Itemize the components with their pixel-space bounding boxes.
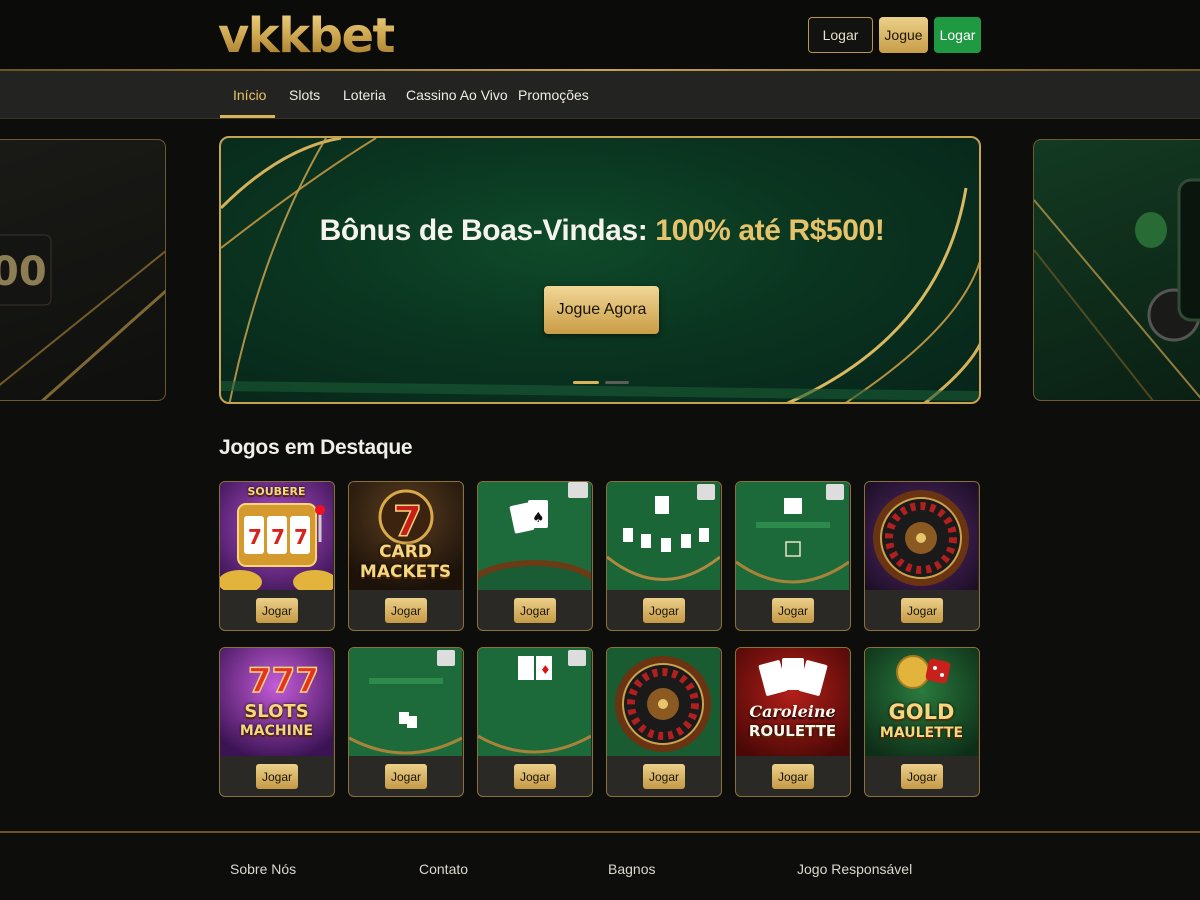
svg-text:♦: ♦ bbox=[540, 663, 551, 677]
game-title: SOUBERE bbox=[247, 485, 306, 498]
login-button-green[interactable]: Logar bbox=[934, 17, 981, 53]
footer-divider bbox=[0, 831, 1200, 833]
game-thumbnail: Caroleine ROULETTE bbox=[736, 648, 849, 756]
game-title: GOLD bbox=[888, 700, 955, 724]
game-title: SLOTS bbox=[244, 701, 309, 722]
footer-link-bagnos[interactable]: Bagnos bbox=[608, 861, 655, 877]
game-card[interactable]: Jogar bbox=[606, 647, 722, 797]
game-thumbnail bbox=[736, 482, 849, 590]
carousel-prev-slide[interactable]: 00 bbox=[0, 139, 166, 401]
play-button[interactable]: Jogue bbox=[879, 17, 928, 53]
main-nav: Início Slots Loteria Cassino Ao Vivo Pro… bbox=[0, 71, 1200, 119]
play-game-button[interactable]: Jogar bbox=[256, 764, 298, 789]
game-title: MACHINE bbox=[239, 723, 314, 739]
game-card[interactable]: Jogar bbox=[348, 647, 464, 797]
play-now-button[interactable]: Jogue Agora bbox=[544, 286, 659, 334]
carousel-next-slide[interactable] bbox=[1033, 139, 1200, 401]
nav-item-cassino-ao-vivo[interactable]: Cassino Ao Vivo bbox=[406, 87, 508, 103]
game-thumbnail: ♠ bbox=[478, 482, 591, 590]
game-title: ROULETTE bbox=[748, 722, 837, 740]
game-thumbnail: GOLD MAULETTE bbox=[865, 648, 978, 756]
nav-item-inicio[interactable]: Início bbox=[233, 87, 266, 103]
game-card[interactable]: ♦ Jogar bbox=[477, 647, 593, 797]
game-card[interactable]: ♠ Jogar bbox=[477, 481, 593, 631]
play-game-button[interactable]: Jogar bbox=[901, 598, 943, 623]
nav-item-loteria[interactable]: Loteria bbox=[343, 87, 386, 103]
play-game-button[interactable]: Jogar bbox=[385, 764, 427, 789]
nav-item-promocoes[interactable]: Promoções bbox=[518, 87, 589, 103]
hero-banner: Bônus de Boas-Vindas: 100% até R$500! Jo… bbox=[219, 136, 981, 404]
game-thumbnail: 7 CARD MACKETS bbox=[349, 482, 462, 590]
hero-title-main: Bônus de Boas-Vindas: bbox=[319, 214, 648, 247]
svg-text:7: 7 bbox=[271, 525, 285, 549]
game-title: Caroleine bbox=[749, 702, 836, 721]
game-thumbnail: 777 SLOTS MACHINE bbox=[220, 648, 333, 756]
svg-text:777: 777 bbox=[248, 661, 319, 701]
carousel-dot-1[interactable] bbox=[573, 381, 599, 384]
game-title: MACKETS bbox=[359, 562, 452, 582]
game-title: CARD bbox=[379, 542, 432, 562]
game-card[interactable]: 7 CARD MACKETS Jogar bbox=[348, 481, 464, 631]
play-game-button[interactable]: Jogar bbox=[514, 598, 556, 623]
game-card[interactable]: GOLD MAULETTE Jogar bbox=[864, 647, 980, 797]
play-game-button[interactable]: Jogar bbox=[256, 598, 298, 623]
hero-title: Bônus de Boas-Vindas: 100% até R$500! bbox=[221, 214, 979, 248]
game-card[interactable]: 7 7 7 SOUBERE Jogar bbox=[219, 481, 335, 631]
site-header: vkkbet Logar Jogue Logar bbox=[0, 0, 1200, 70]
game-title: MAULETTE bbox=[879, 725, 964, 741]
svg-text:7: 7 bbox=[294, 525, 308, 549]
footer-link-contato[interactable]: Contato bbox=[419, 861, 468, 877]
svg-text:7: 7 bbox=[393, 497, 422, 546]
login-button[interactable]: Logar bbox=[808, 17, 873, 53]
game-card[interactable]: Jogar bbox=[606, 481, 722, 631]
footer-link-jogo-responsavel[interactable]: Jogo Responsável bbox=[797, 861, 912, 877]
play-game-button[interactable]: Jogar bbox=[772, 598, 814, 623]
hero-decoration bbox=[221, 138, 979, 402]
play-game-button[interactable]: Jogar bbox=[643, 598, 685, 623]
footer-link-sobre-nos[interactable]: Sobre Nós bbox=[230, 861, 296, 877]
featured-games-title: Jogos em Destaque bbox=[219, 436, 413, 459]
play-game-button[interactable]: Jogar bbox=[643, 764, 685, 789]
game-thumbnail bbox=[349, 648, 462, 756]
game-card[interactable]: Jogar bbox=[735, 481, 851, 631]
hero-title-highlight: 100% até R$500! bbox=[655, 214, 885, 247]
game-card[interactable]: 777 SLOTS MACHINE Jogar bbox=[219, 647, 335, 797]
nav-active-indicator bbox=[220, 115, 275, 118]
game-thumbnail bbox=[607, 648, 720, 756]
game-card[interactable]: Caroleine ROULETTE Jogar bbox=[735, 647, 851, 797]
carousel-dot-2[interactable] bbox=[605, 381, 629, 384]
svg-text:7: 7 bbox=[248, 525, 262, 549]
game-thumbnail: ♦ bbox=[478, 648, 591, 756]
play-game-button[interactable]: Jogar bbox=[772, 764, 814, 789]
game-thumbnail bbox=[607, 482, 720, 590]
svg-text:00: 00 bbox=[0, 249, 47, 295]
game-thumbnail: 7 7 7 SOUBERE bbox=[220, 482, 333, 590]
play-game-button[interactable]: Jogar bbox=[901, 764, 943, 789]
play-game-button[interactable]: Jogar bbox=[514, 764, 556, 789]
svg-text:♠: ♠ bbox=[532, 510, 545, 526]
game-card[interactable]: Jogar bbox=[864, 481, 980, 631]
game-thumbnail bbox=[865, 482, 978, 590]
site-logo[interactable]: vkkbet bbox=[218, 8, 396, 64]
play-game-button[interactable]: Jogar bbox=[385, 598, 427, 623]
nav-item-slots[interactable]: Slots bbox=[289, 87, 320, 103]
